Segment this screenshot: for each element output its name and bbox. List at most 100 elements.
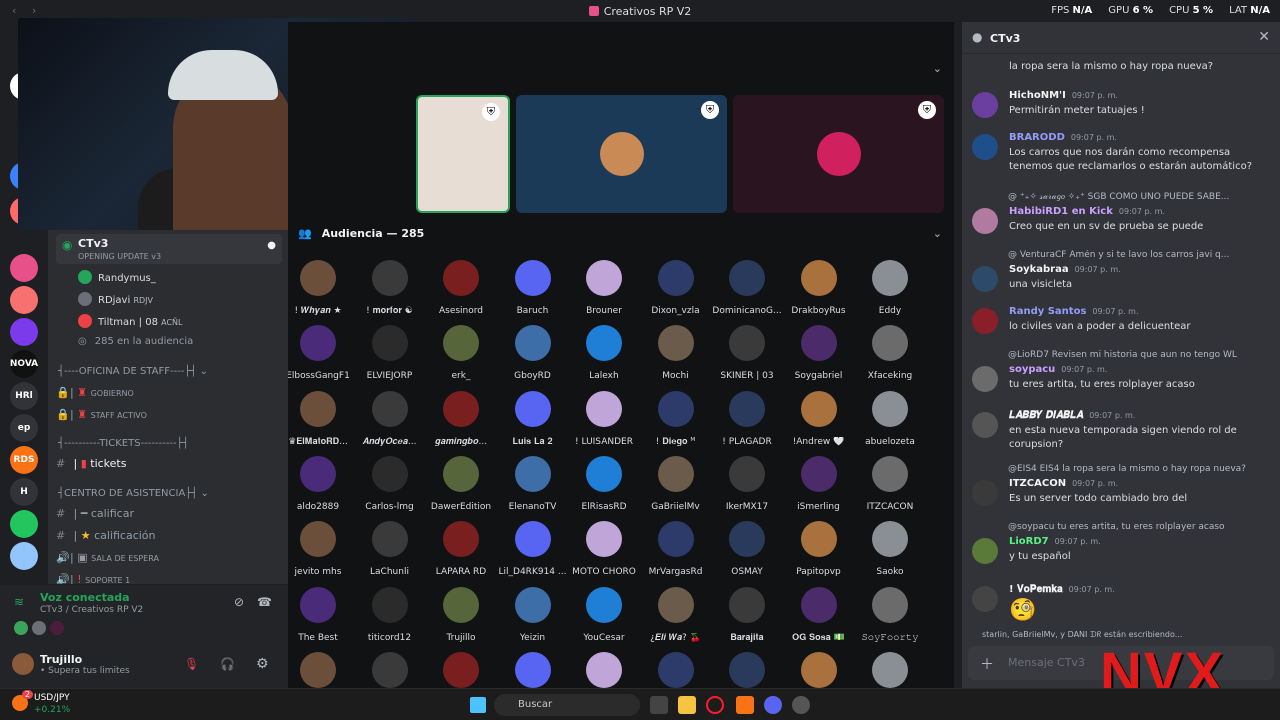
audience-member[interactable]: GboyRD bbox=[493, 325, 573, 381]
audience-member[interactable]: Papitopvp bbox=[779, 521, 859, 577]
category-tickets[interactable]: ┤----------TICKETS----------├┤ bbox=[58, 438, 189, 449]
chat-username[interactable]: ! 𝐕𝐨𝐏𝐞𝐦𝐤𝐚 09:07 p. m. bbox=[1009, 584, 1115, 595]
chat-username[interactable]: Soykabraa 09:07 p. m. bbox=[1009, 264, 1121, 275]
audience-member[interactable]: ELVIEJORP bbox=[350, 325, 430, 381]
server-hrl[interactable]: HRl bbox=[10, 382, 38, 410]
audience-member[interactable]: ! 𝐃𝐢𝐞𝐠𝐨 ᴹ bbox=[636, 390, 716, 447]
chat-username[interactable]: HabibiRD1 en Kick 09:07 p. m. bbox=[1009, 206, 1165, 217]
audience-member[interactable]: SKINER | 03 bbox=[707, 325, 787, 381]
audience-member[interactable]: MrVargasRd bbox=[636, 521, 716, 577]
audience-member[interactable] bbox=[493, 651, 573, 688]
chat-username[interactable]: HichoNM'I 09:07 p. m. bbox=[1009, 90, 1118, 101]
audience-member[interactable]: ! 𝐦𝐨𝐫𝐟𝐨𝐫 ☯ bbox=[350, 260, 430, 316]
chat-username[interactable]: BRARODD 09:07 p. m. bbox=[1009, 132, 1117, 143]
disconnect-stream-icon[interactable]: ⊘ bbox=[234, 595, 244, 609]
audience-member[interactable]: OSMAY bbox=[707, 521, 787, 577]
server-icon[interactable] bbox=[10, 254, 38, 282]
voice-location[interactable]: CTv3 / Creativos RP V2 bbox=[40, 605, 143, 615]
speaker-tile[interactable]: ⛨ bbox=[516, 95, 727, 213]
audience-member[interactable]: Eddy bbox=[850, 260, 930, 316]
user-name[interactable]: Trujillo bbox=[40, 653, 82, 666]
chat-avatar[interactable] bbox=[972, 412, 998, 438]
chat-avatar[interactable] bbox=[972, 134, 998, 160]
speaker-tile[interactable]: ⛨ bbox=[733, 95, 944, 213]
audience-member[interactable] bbox=[288, 651, 358, 688]
chat-username[interactable]: soypacu 09:07 p. m. bbox=[1009, 364, 1107, 375]
reply-preview[interactable]: @EIS4 EIS4 la ropa sera la mismo o hay r… bbox=[1008, 464, 1270, 474]
audience-member[interactable] bbox=[779, 651, 859, 688]
audience-member[interactable]: ! PLAGADR bbox=[707, 390, 787, 447]
category-asistencia[interactable]: ┤CENTRO DE ASISTENCIA├┤ ⌄ bbox=[58, 488, 209, 499]
audience-member[interactable]: The Best bbox=[288, 586, 358, 643]
speaker-tile[interactable]: ⛨ bbox=[416, 95, 510, 213]
audience-member[interactable] bbox=[421, 651, 501, 688]
windows-start-icon[interactable] bbox=[470, 697, 486, 713]
reply-preview[interactable]: @LioRD7 Revisen mi historia que aun no t… bbox=[1008, 350, 1270, 360]
audience-member[interactable]: ElenanoTV bbox=[493, 455, 573, 512]
audience-member[interactable]: DawerEdition bbox=[421, 455, 501, 512]
audience-member[interactable]: Carlos-lmg bbox=[350, 455, 430, 512]
app-icon[interactable] bbox=[736, 696, 754, 714]
server-icon[interactable] bbox=[10, 286, 38, 314]
audience-member[interactable]: ¿𝑬𝒍𝒊 𝑾𝒂? 🍒 bbox=[636, 586, 716, 643]
audience-member[interactable]: Mochi bbox=[636, 325, 716, 381]
server-icon[interactable] bbox=[10, 510, 38, 538]
audience-member[interactable]: Baruch bbox=[493, 260, 573, 316]
app-icon[interactable] bbox=[792, 696, 810, 714]
channel-staff-activo[interactable]: 🔒| ♜ STAFF ACTIVO bbox=[56, 408, 147, 421]
reply-preview[interactable]: @ VenturaCF Amén y si te lavo los carros… bbox=[1008, 250, 1270, 260]
audience-count[interactable]: ◎ 285 en la audiencia bbox=[78, 336, 193, 347]
server-nova[interactable]: NOVA bbox=[10, 350, 38, 378]
audience-member[interactable]: aldo2889 bbox=[288, 455, 358, 512]
audience-member[interactable]: Brouner bbox=[564, 260, 644, 316]
server-icon[interactable] bbox=[10, 542, 38, 570]
audience-member[interactable]: !Andrew 🤍 bbox=[779, 390, 859, 447]
audience-member[interactable]: Dixon_vzla bbox=[636, 260, 716, 316]
channel-gobierno[interactable]: 🔒| ♜ GOBIERNO bbox=[56, 386, 134, 399]
mic-muted-icon[interactable]: 🎙 bbox=[184, 657, 199, 671]
channel-tickets[interactable]: # | ▮ tickets bbox=[56, 457, 126, 470]
channel-soporte[interactable]: 🔊| ! SOPORTE 1 bbox=[56, 573, 130, 584]
chat-avatar[interactable] bbox=[972, 266, 998, 292]
audience-member[interactable]: Soygabriel bbox=[779, 325, 859, 381]
server-h[interactable]: H bbox=[10, 478, 38, 506]
folder-icon[interactable] bbox=[678, 696, 696, 714]
audience-member[interactable]: ITZCACON bbox=[850, 455, 930, 512]
audience-member[interactable]: Yeizin bbox=[493, 586, 573, 643]
audience-member[interactable]: Xfaceking bbox=[850, 325, 930, 381]
chat-username[interactable]: 𝑳𝑨𝑩𝑩𝒀 𝑫𝑰𝑨𝑩𝑳𝑨 09:07 p. m. bbox=[1009, 410, 1135, 421]
voice-member[interactable]: Randymus_ bbox=[78, 270, 156, 284]
audience-member[interactable]: 𝒈𝒂𝒎𝒊𝒏𝒈𝒃𝒐... bbox=[421, 390, 501, 447]
audience-member[interactable]: 𝐁𝐚𝐫𝐚𝐣𝐢𝐭𝐚 bbox=[707, 586, 787, 643]
chat-avatar[interactable] bbox=[972, 308, 998, 334]
settings-icon[interactable]: ⚙ bbox=[256, 656, 269, 672]
audience-member[interactable]: DominicanoG... bbox=[707, 260, 787, 316]
audience-member[interactable]: DrakboyRus bbox=[779, 260, 859, 316]
audience-member[interactable]: abuelozeta bbox=[850, 390, 930, 447]
reply-preview[interactable]: @ ⁺₊✧ 𝓈𝒶𝓇𝒶𝑔𝑜 ✧₊⁺ SGB COMO UNO PUEDE SABE… bbox=[1008, 192, 1270, 202]
audience-member[interactable]: Asesinord bbox=[421, 260, 501, 316]
audience-member[interactable]: Lil_D4RK914 ... bbox=[493, 521, 573, 577]
chat-username[interactable]: Randy Santos 09:07 p. m. bbox=[1009, 306, 1139, 317]
chat-username[interactable]: ITZCACON 09:07 p. m. bbox=[1009, 478, 1118, 489]
chevron-down-icon[interactable]: ⌄ bbox=[933, 227, 942, 240]
voice-member[interactable]: RDjavi RDJV bbox=[78, 292, 153, 306]
chat-avatar[interactable] bbox=[972, 366, 998, 392]
audience-member[interactable]: erk_ bbox=[421, 325, 501, 381]
audience-member[interactable]: 𝚂𝚘𝚢𝙵𝚘𝚘𝚛𝚝𝚢 bbox=[850, 586, 930, 643]
server-ep[interactable]: ep bbox=[10, 414, 38, 442]
audience-member[interactable]: ElbossGangF1 bbox=[288, 325, 358, 381]
audience-member[interactable]: ♛𝐄𝐥𝐌𝐚𝐭𝐨𝐑𝐃... bbox=[288, 390, 358, 447]
close-icon[interactable]: ✕ bbox=[1258, 29, 1270, 45]
audience-member[interactable]: ! 𝑾𝒉𝒚𝒂𝒏 ★ bbox=[288, 260, 358, 316]
audience-member[interactable] bbox=[707, 651, 787, 688]
audience-member[interactable]: Saoko bbox=[850, 521, 930, 577]
audience-member[interactable]: Lalexh bbox=[564, 325, 644, 381]
audience-member[interactable]: 𝐎𝐆 𝐒𝐨𝐬𝐚 💵 bbox=[779, 586, 859, 643]
message-input[interactable]: Mensaje CTv3 bbox=[1008, 656, 1085, 669]
audience-member[interactable] bbox=[350, 651, 430, 688]
audience-member[interactable]: YouCesar bbox=[564, 586, 644, 643]
audience-member[interactable] bbox=[564, 651, 644, 688]
audience-member[interactable]: LaChunli bbox=[350, 521, 430, 577]
audience-member[interactable]: titicord12 bbox=[350, 586, 430, 643]
